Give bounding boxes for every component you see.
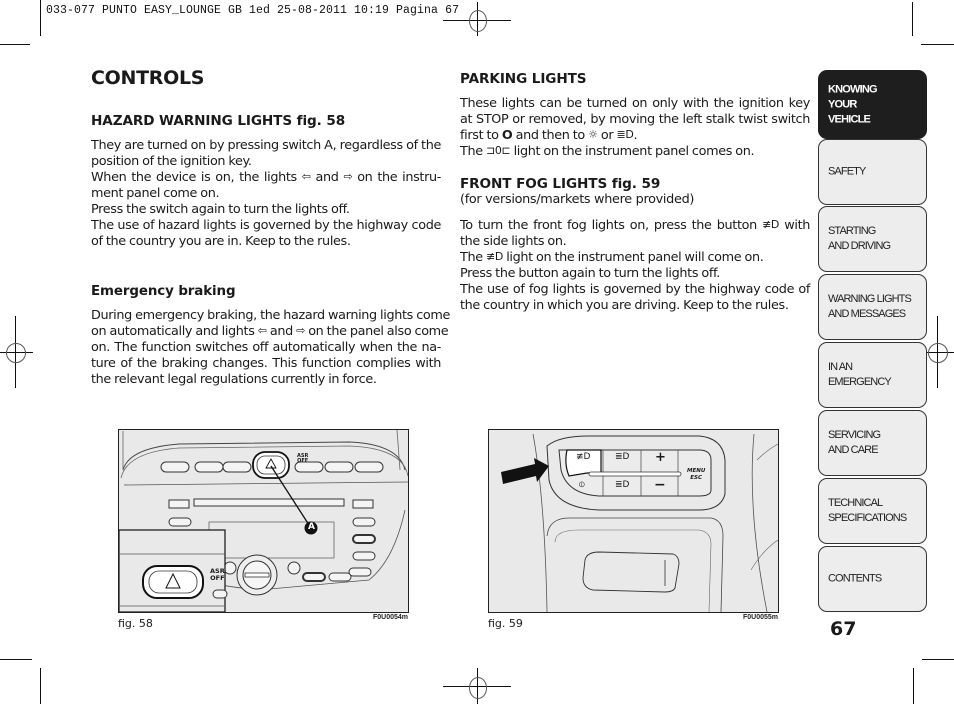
fog-lights-body: To turn the front fog lights on, press t… — [460, 218, 810, 314]
crop-mark — [921, 44, 954, 45]
text-line: position of the ignition key. — [91, 154, 252, 169]
chapter-tab-warning-lights[interactable]: WARNING LIGHTS AND MESSAGES — [818, 274, 927, 340]
text-line: Press the switch again to turn the light… — [91, 202, 350, 217]
text-line: They are turned on by pressing switch A,… — [91, 138, 441, 153]
chapter-tab-label: IN AN EMERGENCY — [828, 361, 892, 388]
text-line: the country in which you are driving. Ke… — [460, 298, 789, 313]
fog-lights-heading: FRONT FOG LIGHTS fig. 59 — [460, 176, 661, 192]
switch-panel-illustration — [489, 430, 778, 612]
parking-lamp-icon: ⊐0⊏ — [485, 144, 511, 157]
text-line: of the country you are in. Keep to the r… — [91, 234, 351, 249]
fog-lights-subheading: (for versions/markets where provided) — [460, 192, 695, 207]
chapter-tab-knowing-your-vehicle[interactable]: KNOWING YOUR VEHICLE — [818, 70, 927, 139]
figure-59-fog-light-button: ≢D ≣D + ⦶ ≣D − MENU ESC — [488, 429, 779, 613]
chapter-tab-technical-specifications[interactable]: TECHNICAL SPECIFICATIONS — [818, 478, 927, 544]
text-line: ture of the braking changes. This functi… — [91, 356, 441, 371]
turn-right-arrow-icon: ⇨ — [343, 170, 353, 183]
figure-58-code: F0U0054m — [373, 614, 409, 621]
menu-esc-label: MENU ESC — [687, 468, 706, 481]
chapter-tab-in-an-emergency[interactable]: IN AN EMERGENCY — [818, 342, 927, 408]
print-header: 033-077 PUNTO EASY_LOUNGE GB 1ed 25-08-2… — [46, 4, 460, 17]
text-line: on automatically and lights ⇦ and ⇨ on t… — [91, 324, 449, 339]
chapter-tab-safety[interactable]: SAFETY — [818, 139, 927, 205]
rear-fog-icon: ⦶ — [579, 480, 585, 489]
figure-58-hazard-switch: A ASR OFF ASR OFF — [118, 429, 409, 613]
headlight-level-down-icon: ≣D — [615, 480, 630, 490]
crop-mark — [0, 659, 32, 660]
text-line: the side lights on. — [460, 234, 567, 249]
chapter-tab-contents[interactable]: CONTENTS — [818, 546, 927, 612]
crop-mark — [912, 2, 913, 36]
headlight-icon: ≣D — [616, 128, 634, 141]
chapter-tab-label: SAFETY — [828, 165, 866, 178]
front-fog-button-icon[interactable]: ≢D — [576, 452, 590, 462]
asr-off-label-inset: ASR OFF — [210, 567, 225, 582]
page-title: CONTROLS — [91, 67, 205, 89]
text-line: at STOP or removed, by moving the left s… — [460, 112, 810, 127]
parking-lights-body: These lights can be turned on only with … — [460, 96, 810, 160]
turn-right-arrow-icon: ⇨ — [296, 324, 305, 337]
text-line: ment panel come on. — [91, 186, 220, 201]
text-line: To turn the front fog lights on, press t… — [460, 218, 810, 233]
chapter-tab-starting-and-driving[interactable]: STARTING AND DRIVING — [818, 206, 927, 272]
text-line: The ≢D light on the instrument panel wil… — [460, 250, 764, 265]
text-line: The ⊐0⊏ light on the instrument panel co… — [460, 144, 755, 159]
text-line: These lights can be turned on only with … — [460, 96, 810, 111]
crop-mark — [913, 668, 914, 704]
chapter-tab-label: WARNING LIGHTS AND MESSAGES — [828, 293, 912, 320]
chapter-tab-label: TECHNICAL SPECIFICATIONS — [828, 497, 907, 524]
chapter-tab-label: STARTING AND DRIVING — [828, 225, 891, 252]
parking-lights-heading: PARKING LIGHTS — [460, 71, 587, 87]
minus-button: − — [654, 477, 666, 493]
sun-parking-icon: ☼ — [588, 128, 598, 141]
text-line: on. The function switches off automatica… — [91, 340, 441, 355]
figure-59-code: F0U0055m — [743, 614, 779, 621]
chapter-tab-label: SERVICING AND CARE — [828, 429, 881, 456]
text-line: When the device is on, the lights ⇦ and … — [91, 170, 442, 185]
fog-light-icon: ≢D — [762, 218, 780, 231]
chapter-tab-label: KNOWING YOUR VEHICLE — [828, 83, 878, 125]
text-line: first to O and then to ☼ or ≣D. — [460, 128, 638, 143]
text-line: During emergency braking, the hazard war… — [91, 308, 450, 323]
crop-mark — [40, 668, 41, 704]
callout-a-label: A — [308, 522, 315, 532]
fog-light-icon: ≢D — [485, 250, 503, 263]
text-line: Press the button again to turn the light… — [460, 266, 720, 281]
page-number: 67 — [830, 618, 857, 640]
plus-button: + — [655, 450, 666, 465]
chapter-tab-label: CONTENTS — [828, 572, 882, 585]
crop-mark — [40, 0, 41, 36]
text-line: The use of hazard lights is governed by … — [91, 218, 441, 233]
hazard-body: They are turned on by pressing switch A,… — [91, 138, 441, 250]
asr-off-label-small: ASR OFF — [297, 453, 309, 464]
turn-left-arrow-icon: ⇦ — [257, 324, 267, 337]
dashboard-illustration — [119, 430, 408, 612]
crop-mark — [922, 659, 954, 660]
chapter-tab-servicing-and-care[interactable]: SERVICING AND CARE — [818, 410, 927, 476]
hazard-heading: HAZARD WARNING LIGHTS fig. 58 — [91, 113, 346, 129]
headlight-level-up-icon: ≣D — [615, 452, 630, 462]
emergency-braking-heading: Emergency braking — [91, 284, 236, 299]
turn-left-arrow-icon: ⇦ — [301, 170, 311, 183]
figure-59-caption: fig. 59 — [488, 617, 523, 630]
text-line: the relevant legal regulations currently… — [91, 372, 377, 387]
emergency-braking-body: During emergency braking, the hazard war… — [91, 308, 450, 388]
figure-58-caption: fig. 58 — [118, 617, 153, 630]
text-line: The use of fog lights is governed by the… — [460, 282, 810, 297]
crop-mark — [0, 44, 30, 45]
